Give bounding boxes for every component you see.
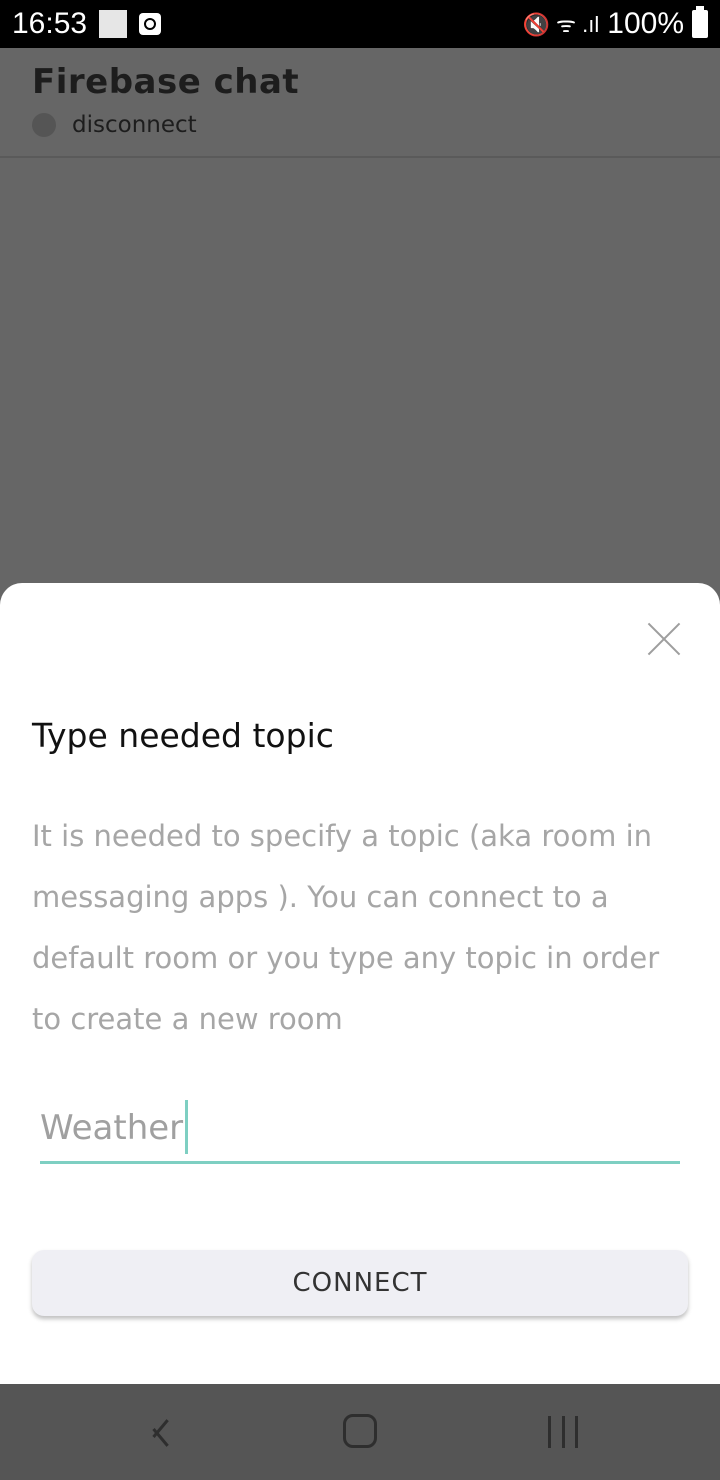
dialog-title: Type needed topic [32, 716, 334, 755]
status-time: 16:53 [12, 7, 88, 40]
dialog-description: It is needed to specify a topic (aka roo… [32, 819, 660, 1036]
app-title: Firebase chat [32, 62, 300, 102]
text-cursor [185, 1100, 189, 1154]
topic-input-container [40, 1098, 680, 1164]
notification-square-icon [99, 10, 128, 38]
connection-status-label: disconnect [72, 112, 197, 138]
close-icon[interactable] [646, 621, 682, 657]
status-left: 16:53 [12, 7, 162, 41]
app-header: Firebase chat disconnect [0, 48, 720, 158]
connection-status-dot-icon [32, 113, 56, 137]
alarm-icon [139, 13, 162, 35]
connection-status-row: disconnect [32, 112, 688, 138]
back-icon[interactable] [148, 1414, 170, 1450]
recent-apps-icon[interactable] [548, 1416, 578, 1448]
status-bar: 16:53 🔇 ᯤ .ıl 100% [0, 0, 720, 48]
battery-icon [692, 6, 708, 38]
status-right: 🔇 ᯤ .ıl 100% [522, 6, 708, 41]
navigation-bar [0, 1384, 720, 1480]
home-icon[interactable] [343, 1414, 377, 1448]
mute-wifi-signal-icon: 🔇 ᯤ .ıl [522, 12, 600, 37]
connect-button[interactable]: CONNECT [32, 1250, 688, 1316]
battery-percentage: 100% [607, 7, 684, 40]
topic-input[interactable] [40, 1098, 680, 1158]
